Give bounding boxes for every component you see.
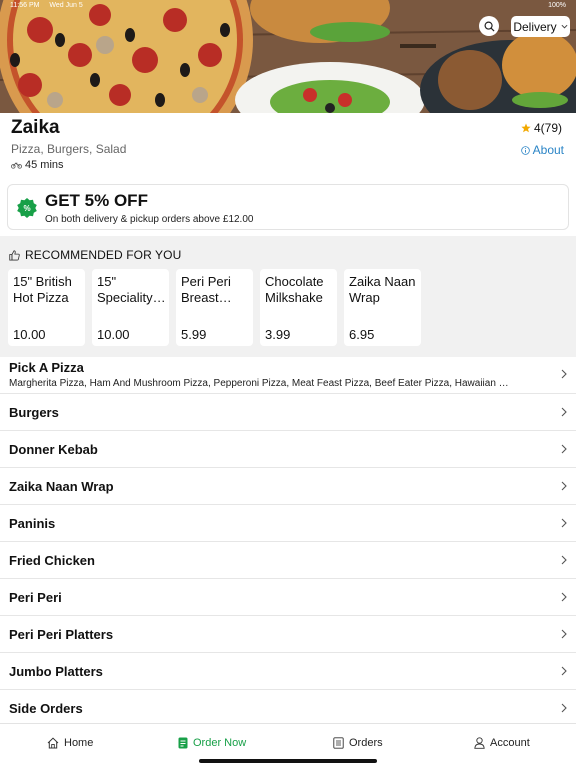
recommended-cards: 15" British Hot Pizza 10.00 15" Speciali…: [8, 269, 421, 346]
recommended-card-price: 10.00: [97, 327, 130, 342]
status-date: Wed Jun 5: [49, 2, 83, 9]
recommended-card[interactable]: 15" British Hot Pizza 10.00: [8, 269, 85, 346]
chevron-right-icon: [561, 666, 567, 676]
category-row-peri-peri[interactable]: Peri Peri: [0, 579, 576, 616]
search-button[interactable]: [479, 16, 499, 36]
recommended-card-name: Peri Peri Breast Burger: [181, 274, 231, 305]
category-title: Peri Peri: [9, 590, 62, 605]
restaurant-info: Zaika Pizza, Burgers, Salad 45 mins 4(79…: [0, 113, 576, 181]
category-row-side-orders[interactable]: Side Orders: [0, 690, 576, 727]
about-link[interactable]: About: [520, 143, 564, 157]
category-row-peri-peri-platters[interactable]: Peri Peri Platters: [0, 616, 576, 653]
category-row-zaika-naan-wrap[interactable]: Zaika Naan Wrap: [0, 468, 576, 505]
nav-orders-label: Orders: [349, 737, 383, 749]
search-icon: [484, 21, 495, 32]
delivery-mode-dropdown[interactable]: Delivery: [511, 16, 570, 37]
category-title: Jumbo Platters: [9, 664, 103, 679]
recommended-card[interactable]: Chocolate Milkshake 3.99: [260, 269, 337, 346]
category-title: Pick A Pizza: [9, 360, 84, 375]
category-title: Burgers: [9, 405, 59, 420]
chevron-right-icon: [561, 592, 567, 602]
offer-subtitle: On both delivery & pickup orders above £…: [45, 214, 254, 225]
nav-home[interactable]: Home: [47, 737, 93, 749]
delivery-time: 45 mins: [11, 159, 64, 171]
nav-account[interactable]: Account: [474, 737, 530, 749]
discount-badge-icon: %: [17, 198, 37, 218]
svg-text:%: %: [23, 204, 30, 213]
chevron-right-icon: [561, 481, 567, 491]
recommended-card-name: 15" British Hot Pizza: [13, 274, 72, 305]
recommended-card[interactable]: 15" Speciality Pizza 10.00: [92, 269, 169, 346]
chevron-right-icon: [561, 369, 567, 379]
nav-order-now[interactable]: Order Now: [178, 737, 246, 749]
nav-order-now-label: Order Now: [193, 737, 247, 749]
recommended-card-price: 10.00: [13, 327, 46, 342]
category-row-jumbo-platters[interactable]: Jumbo Platters: [0, 653, 576, 690]
restaurant-cuisine-tags: Pizza, Burgers, Salad: [11, 142, 127, 156]
home-icon: [47, 737, 59, 749]
recommended-card[interactable]: Zaika Naan Wrap 6.95: [344, 269, 421, 346]
recommended-card-price: 6.95: [349, 327, 375, 342]
chevron-down-icon: [561, 24, 568, 29]
status-time: 11:56 PM: [10, 2, 40, 9]
recommended-card-price: 5.99: [181, 327, 207, 342]
chevron-right-icon: [561, 703, 567, 713]
category-title: Donner Kebab: [9, 442, 98, 457]
recommended-header: RECOMMENDED FOR YOU: [9, 248, 181, 262]
delivery-mode-label: Delivery: [513, 19, 557, 34]
orders-list-icon: [333, 737, 344, 749]
nav-home-label: Home: [64, 737, 94, 749]
recommended-card-name: Zaika Naan Wrap: [349, 274, 416, 305]
info-icon: [520, 145, 530, 155]
offer-title: GET 5% OFF: [45, 191, 148, 210]
nav-account-label: Account: [490, 737, 530, 749]
thumbs-up-icon: [9, 249, 20, 260]
recommended-card[interactable]: Peri Peri Breast Burger 5.99: [176, 269, 253, 346]
home-indicator: [199, 759, 377, 763]
star-icon: [521, 123, 531, 133]
category-title: Fried Chicken: [9, 553, 95, 568]
category-title: Side Orders: [9, 701, 83, 716]
recommended-card-name: 15" Speciality Pizza: [97, 274, 153, 305]
status-battery: 100%: [548, 2, 566, 9]
order-receipt-icon: [178, 737, 188, 749]
recommended-card-name: Chocolate Milkshake: [265, 274, 324, 305]
about-label: About: [532, 143, 564, 157]
category-row-burgers[interactable]: Burgers: [0, 394, 576, 431]
category-title: Paninis: [9, 516, 56, 531]
chevron-right-icon: [561, 444, 567, 454]
nav-orders[interactable]: Orders: [333, 737, 383, 749]
category-row-paninis[interactable]: Paninis: [0, 505, 576, 542]
recommended-section: RECOMMENDED FOR YOU 15" British Hot Pizz…: [0, 236, 576, 357]
rating-value: 4(79): [533, 121, 562, 135]
delivery-time-value: 45 mins: [25, 159, 64, 171]
chevron-right-icon: [561, 629, 567, 639]
category-description: Margherita Pizza, Ham And Mushroom Pizza…: [9, 378, 514, 389]
restaurant-rating: 4(79): [521, 121, 562, 135]
chevron-right-icon: [561, 518, 567, 528]
offer-banner[interactable]: % GET 5% OFF On both delivery & pickup o…: [7, 184, 569, 230]
chevron-right-icon: [561, 407, 567, 417]
recommended-card-price: 3.99: [265, 327, 291, 342]
menu-category-list: Pick A Pizza Margherita Pizza, Ham And M…: [0, 357, 576, 727]
status-bar: 11:56 PM Wed Jun 5 100%: [10, 2, 566, 12]
category-row-fried-chicken[interactable]: Fried Chicken: [0, 542, 576, 579]
category-row-donner-kebab[interactable]: Donner Kebab: [0, 431, 576, 468]
restaurant-name: Zaika: [11, 117, 60, 138]
user-icon: [474, 737, 485, 749]
bike-icon: [11, 162, 22, 169]
category-title: Zaika Naan Wrap: [9, 479, 114, 494]
hero-food-image: 11:56 PM Wed Jun 5 100% Delivery: [0, 0, 576, 113]
category-title: Peri Peri Platters: [9, 627, 114, 642]
category-row-pick-a-pizza[interactable]: Pick A Pizza Margherita Pizza, Ham And M…: [0, 357, 576, 394]
chevron-right-icon: [561, 555, 567, 565]
recommended-title: RECOMMENDED FOR YOU: [25, 248, 182, 262]
